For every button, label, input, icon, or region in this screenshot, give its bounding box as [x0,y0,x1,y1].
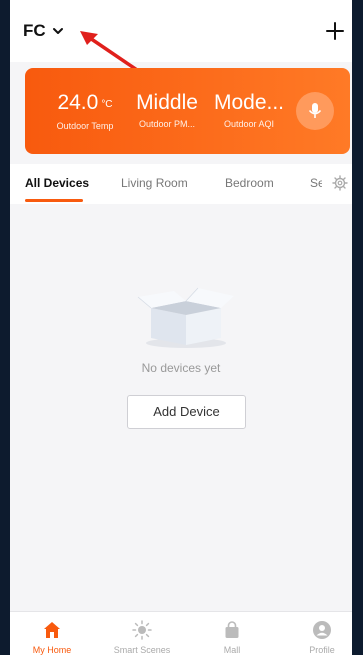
add-icon[interactable] [324,20,346,42]
active-tab-indicator [25,199,83,202]
home-icon [44,622,60,638]
weather-card: 24.0 °C Outdoor Temp Middle Outdoor PM...… [25,68,350,154]
microphone-icon [308,103,322,118]
bottom-nav: My Home Smart Scenes Mall Profile [10,611,352,655]
shopping-bag-icon [225,621,239,638]
weather-aqi: Mode... Outdoor AQI [211,90,287,130]
sun-icon [132,620,152,640]
voice-button[interactable] [296,92,334,130]
profile-icon [313,621,331,639]
home-name: FC [23,21,46,40]
temp-label: Outdoor Temp [56,121,114,131]
aqi-value: Mode... [213,91,285,114]
nav-my-home[interactable]: My Home [12,620,92,655]
aqi-label: Outdoor AQI [223,119,275,129]
weather-temp: 24.0 °C Outdoor Temp [45,90,125,132]
nav-mall[interactable]: Mall [192,620,272,655]
empty-box-icon [137,287,234,348]
nav-label-my-home: My Home [32,645,72,655]
home-selector[interactable]: FC [23,21,64,41]
weather-pm: Middle Outdoor PM... [127,90,207,130]
tab-bedroom[interactable]: Bedroom [225,176,274,190]
chevron-down-icon [52,28,63,34]
nav-label-smart-scenes: Smart Scenes [113,645,171,655]
room-tabs: All Devices Living Room Bedroom Se [10,164,352,204]
app-screen: FC 24.0 °C Outdoor Temp Middle Outdoor PM… [10,0,352,655]
pm-value: Middle [136,91,198,114]
tab-truncated[interactable]: Se [310,176,322,190]
nav-smart-scenes[interactable]: Smart Scenes [102,620,182,655]
temp-unit: °C [101,99,113,110]
nav-profile[interactable]: Profile [282,620,352,655]
tab-living-room[interactable]: Living Room [121,176,188,190]
empty-message: No devices yet [141,361,221,375]
gear-icon[interactable] [332,175,348,191]
nav-label-mall: Mall [223,645,241,655]
add-device-button[interactable]: Add Device [127,395,246,429]
pm-label: Outdoor PM... [138,119,196,129]
tab-all-devices[interactable]: All Devices [25,176,89,190]
nav-label-profile: Profile [309,645,335,655]
top-bar: FC [10,0,352,62]
temp-value: 24.0 [57,91,99,114]
